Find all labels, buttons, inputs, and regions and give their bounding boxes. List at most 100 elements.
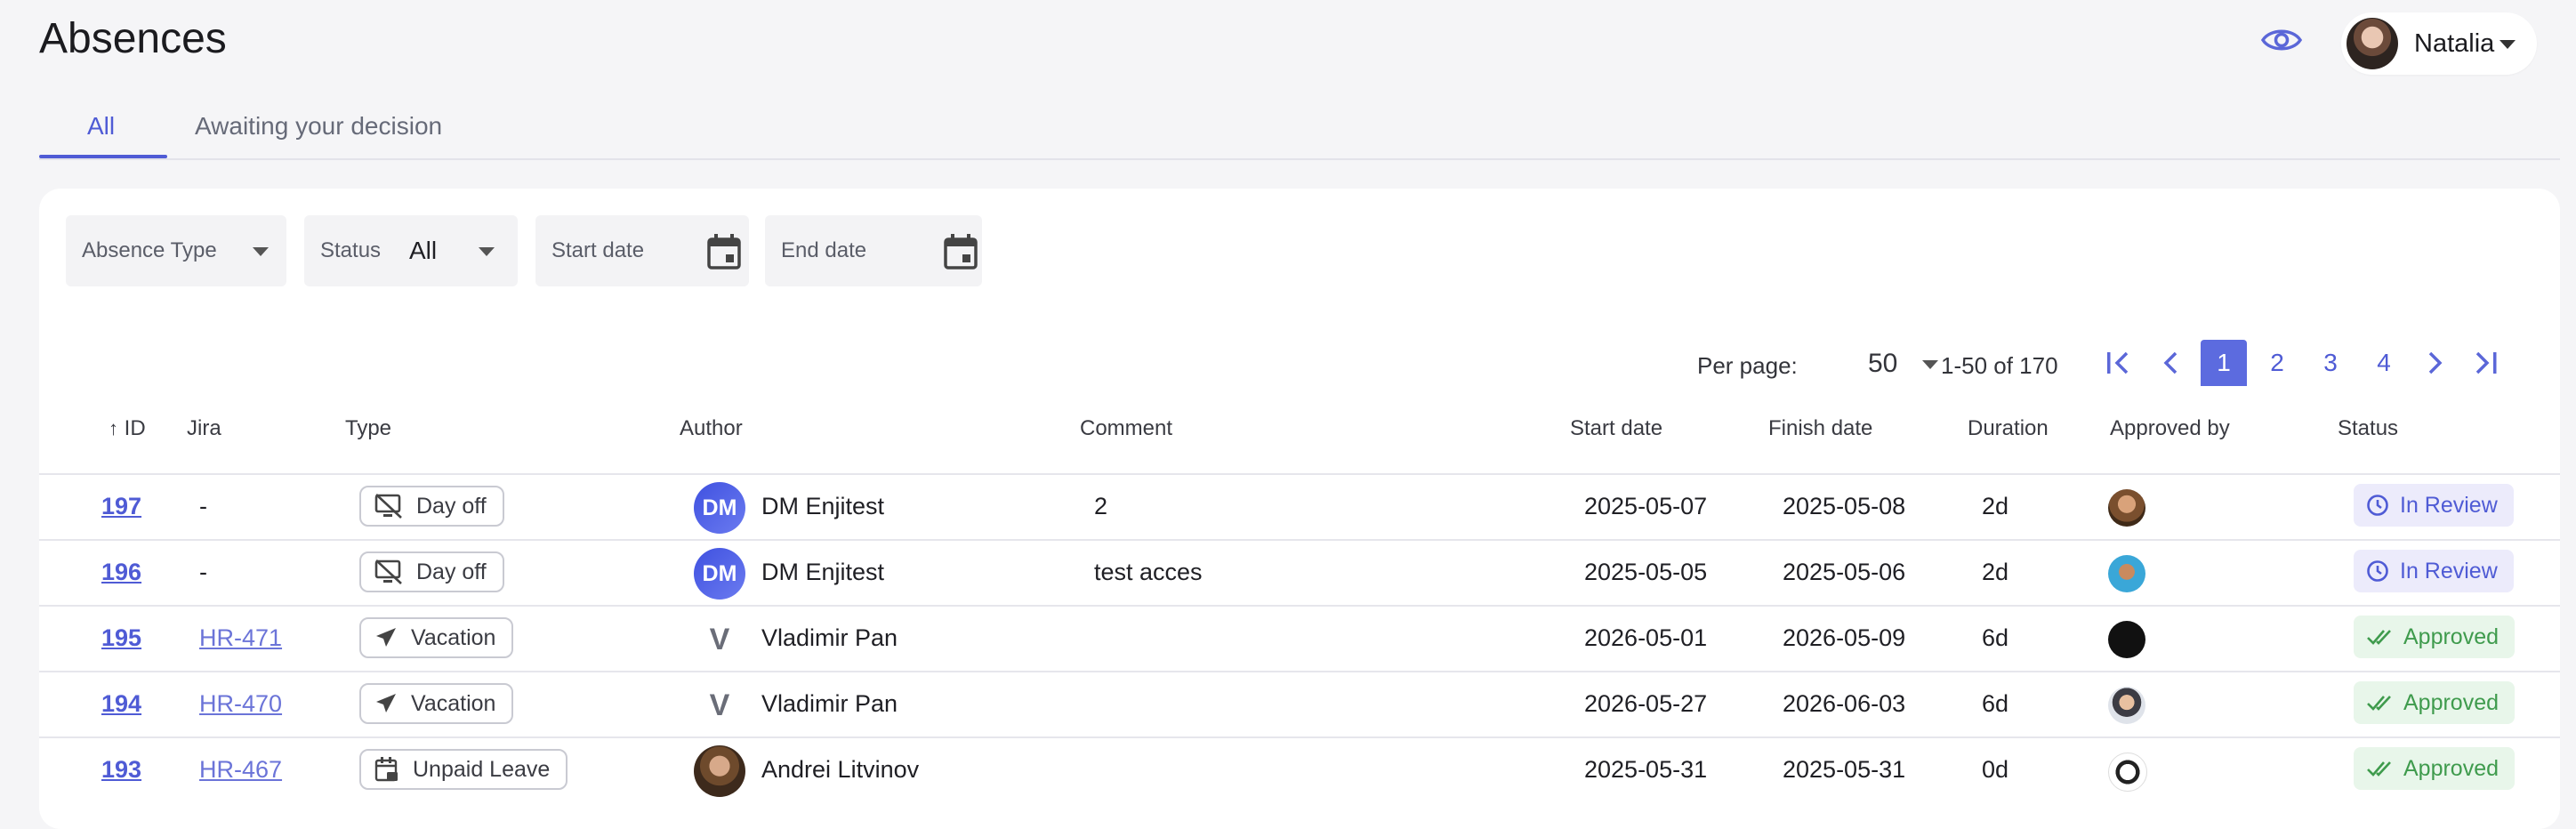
chevron-down-icon[interactable] (1922, 360, 1938, 369)
user-menu[interactable]: Natalia (2341, 12, 2537, 75)
table-row[interactable]: 196 - Day off DM DM Enjitest test acces … (39, 539, 2560, 607)
type-badge: Vacation (359, 683, 514, 724)
column-header-finish-date[interactable]: Finish date (1768, 416, 1872, 441)
author-name: DM Enjitest (761, 559, 885, 585)
absence-id-link[interactable]: 194 (101, 690, 141, 718)
absence-id-link[interactable]: 196 (101, 559, 141, 586)
double-check-icon (2367, 696, 2391, 711)
type-label: Vacation (411, 624, 496, 650)
author-name: DM Enjitest (761, 493, 885, 519)
column-header-author[interactable]: Author (680, 416, 743, 441)
approver-avatar (2108, 687, 2145, 724)
airplane-icon (376, 694, 396, 712)
end-date-placeholder: End date (781, 238, 867, 262)
type-label: Unpaid Leave (413, 756, 551, 782)
chevron-down-icon (2500, 40, 2516, 49)
tab-bar: All Awaiting your decision (39, 93, 2560, 160)
comment-text: test acces (1094, 559, 1203, 585)
start-date-input[interactable]: Start date (535, 215, 749, 286)
last-page-button[interactable] (2467, 340, 2503, 386)
type-badge: Vacation (359, 617, 514, 658)
tab-all[interactable]: All (87, 112, 115, 141)
page-button-4[interactable]: 4 (2361, 340, 2407, 386)
next-page-button[interactable] (2416, 340, 2451, 386)
author-name: Vladimir Pan (761, 690, 898, 717)
page-button-1[interactable]: 1 (2201, 340, 2247, 386)
calendar-icon[interactable] (706, 233, 742, 270)
chevron-right-icon (2428, 351, 2443, 374)
approver-avatar (2108, 555, 2145, 592)
airplane-icon (376, 628, 396, 647)
jira-link[interactable]: HR-470 (199, 690, 282, 718)
finish-date: 2025-05-31 (1783, 756, 1906, 783)
status-label: Approved (2403, 624, 2500, 649)
table-row[interactable]: 194 HR-470 Vacation V Vladimir Pan 2026-… (39, 671, 2560, 738)
status-badge: Approved (2354, 747, 2516, 790)
comment-text: 2 (1094, 493, 1108, 519)
eye-icon (2261, 29, 2302, 51)
status-label: Approved (2403, 689, 2500, 715)
column-header-approved-by[interactable]: Approved by (2110, 416, 2230, 441)
author-name: Andrei Litvinov (761, 756, 920, 783)
status-label: In Review (2400, 558, 2498, 584)
status-label: Approved (2403, 755, 2500, 781)
absence-type-select[interactable]: Absence Type (66, 215, 286, 286)
type-badge: Unpaid Leave (359, 749, 568, 790)
jira-link[interactable]: HR-471 (199, 624, 282, 652)
chevron-down-icon (479, 247, 495, 256)
column-header-id[interactable]: ↑ ID (109, 416, 146, 441)
column-header-status[interactable]: Status (2338, 416, 2398, 441)
status-badge: Approved (2354, 681, 2516, 724)
table-row[interactable]: 195 HR-471 Vacation V Vladimir Pan 2026-… (39, 605, 2560, 672)
column-header-id-label: ID (124, 416, 146, 440)
column-header-jira[interactable]: Jira (187, 416, 221, 441)
absence-id-link[interactable]: 193 (101, 756, 141, 784)
last-page-icon (2475, 351, 2497, 374)
previous-page-button[interactable] (2154, 340, 2190, 386)
author-avatar: V (709, 688, 730, 722)
start-date: 2025-05-05 (1584, 559, 1708, 585)
absence-id-link[interactable]: 195 (101, 624, 141, 652)
start-date: 2026-05-01 (1584, 624, 1708, 651)
double-check-icon (2367, 630, 2391, 645)
chevron-left-icon (2163, 351, 2178, 374)
start-date-placeholder: Start date (551, 238, 645, 262)
absence-type-label: Absence Type (82, 238, 217, 262)
double-check-icon (2367, 761, 2391, 777)
absence-id-link[interactable]: 197 (101, 493, 141, 520)
calendar-icon[interactable] (943, 233, 978, 270)
end-date-input[interactable]: End date (765, 215, 982, 286)
page-title: Absences (39, 15, 227, 62)
day-off-icon (374, 559, 402, 584)
user-avatar (2347, 18, 2398, 69)
table-row[interactable]: 193 HR-467 Unpaid Leave Andrei Litvinov … (39, 736, 2560, 804)
finish-date: 2026-05-09 (1783, 624, 1906, 651)
duration: 2d (1982, 559, 2009, 585)
start-date: 2025-05-31 (1584, 756, 1708, 783)
column-header-duration[interactable]: Duration (1968, 416, 2049, 441)
column-header-start-date[interactable]: Start date (1570, 416, 1662, 441)
approver-avatar (2108, 489, 2145, 527)
column-header-type[interactable]: Type (345, 416, 391, 441)
start-date: 2025-05-07 (1584, 493, 1708, 519)
jira-value: - (199, 559, 207, 585)
duration: 2d (1982, 493, 2009, 519)
tab-awaiting-decision[interactable]: Awaiting your decision (195, 112, 442, 141)
author-name: Vladimir Pan (761, 624, 898, 651)
first-page-button[interactable] (2101, 340, 2137, 386)
type-label: Vacation (411, 690, 496, 716)
jira-link[interactable]: HR-467 (199, 756, 282, 784)
status-badge: In Review (2354, 550, 2514, 592)
status-label: In Review (2400, 492, 2498, 518)
table-row[interactable]: 197 - Day off DM DM Enjitest 2 2025-05-0… (39, 473, 2560, 541)
calendar-lock-icon (374, 757, 398, 782)
per-page-select[interactable]: 50 (1868, 349, 1897, 379)
column-header-comment[interactable]: Comment (1080, 416, 1172, 441)
type-badge: Day off (359, 486, 504, 527)
page-button-3[interactable]: 3 (2307, 340, 2354, 386)
view-toggle-button[interactable] (2259, 18, 2304, 62)
approver-avatar (2108, 753, 2147, 792)
first-page-icon (2107, 351, 2129, 374)
page-button-2[interactable]: 2 (2254, 340, 2300, 386)
status-select[interactable]: Status All (304, 215, 518, 286)
